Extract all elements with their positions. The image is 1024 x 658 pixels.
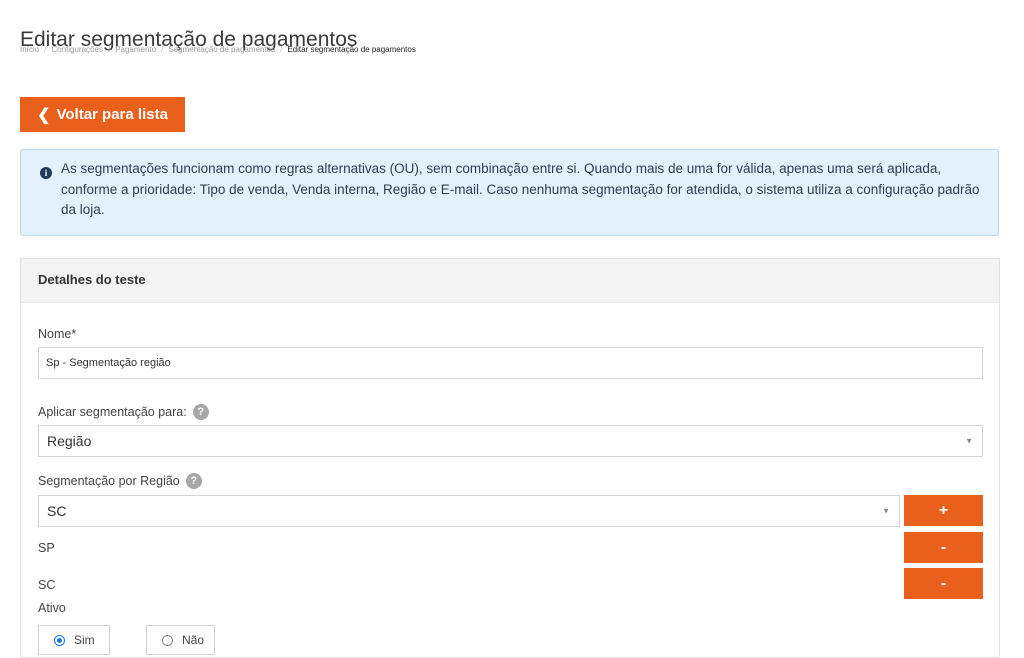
test-details-panel: Detalhes do teste Nome* Aplicar segmenta… [20,258,1000,658]
back-button-label: Voltar para lista [56,106,168,123]
active-label: Ativo [38,601,66,615]
region-label-row: Segmentação por Região ? [38,473,202,489]
info-text: As segmentações funcionam como regras al… [61,161,980,217]
region-item-sp: SP [38,541,55,555]
back-to-list-button[interactable]: ❮ Voltar para lista [20,97,185,132]
breadcrumb-item-configuracoes[interactable]: Configurações [51,45,103,54]
help-icon[interactable]: ? [192,404,209,420]
dropdown-arrow-icon: ▼ [882,506,890,516]
active-yes-label: Sim [74,633,95,647]
active-no-radio[interactable]: Não [146,625,215,655]
breadcrumb-separator: / [44,45,47,54]
breadcrumb-current: Editar segmentação de pagamentos [287,45,416,54]
info-icon: i [40,167,52,179]
breadcrumb-item-pagamento[interactable]: Pagamento [115,45,156,54]
panel-header: Detalhes do teste [21,259,999,303]
apply-segmentation-label: Aplicar segmentação para: [38,405,187,419]
dropdown-arrow-icon: ▼ [965,436,973,446]
apply-segmentation-value: Região [47,433,92,449]
add-region-button[interactable]: + [904,495,983,526]
region-segmentation-label: Segmentação por Região [38,474,180,488]
chevron-left-icon: ❮ [37,106,51,124]
remove-region-sp-button[interactable]: - [904,532,983,563]
breadcrumb-item-segmentacao[interactable]: Segmentação de pagamentos [168,45,275,54]
breadcrumb: Início / Configurações / Pagamento / Segmentaç… [20,45,416,54]
name-label: Nome* [38,327,77,341]
apply-segmentation-select[interactable]: Região ▼ [38,425,983,457]
apply-segmentation-label-row: Aplicar segmentação para: ? [38,404,209,420]
breadcrumb-separator: / [280,45,283,54]
name-input[interactable] [38,347,983,379]
radio-checked-icon [54,634,65,646]
region-select-value: SC [47,503,67,519]
breadcrumb-separator: / [107,45,111,54]
info-alert: i As segmentações funcionam como regras … [20,149,999,236]
region-select[interactable]: SC ▼ [38,495,900,527]
panel-title: Detalhes do teste [38,272,146,287]
region-item-sc: SC [38,578,56,592]
breadcrumb-item-inicio[interactable]: Início [20,45,39,54]
help-icon[interactable]: ? [185,473,202,489]
active-no-label: Não [182,633,205,647]
remove-region-sc-button[interactable]: - [904,568,983,599]
radio-unchecked-icon [162,634,173,646]
breadcrumb-separator: / [161,45,164,54]
active-yes-radio[interactable]: Sim [38,625,110,655]
